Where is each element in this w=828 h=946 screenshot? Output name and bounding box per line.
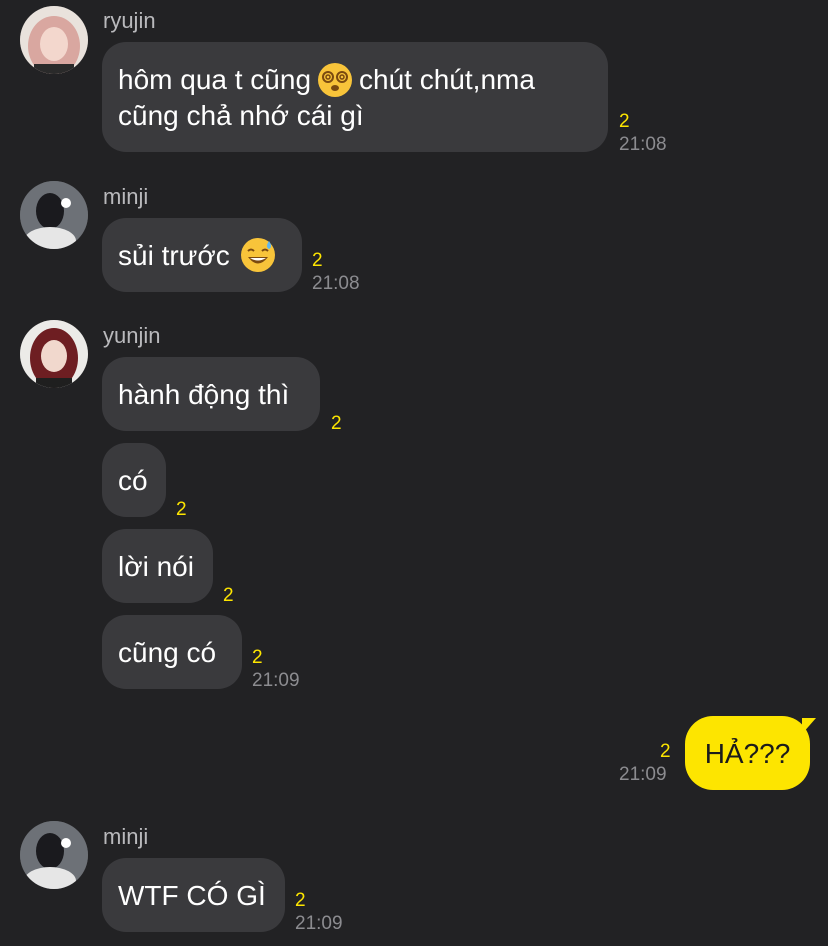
bubble-tail [802,718,816,734]
message-text: WTF CÓ GÌ [118,879,266,911]
message-bubble[interactable]: cũng có [102,615,242,689]
sender-name: yunjin [103,323,161,348]
avatar-ryujin[interactable] [20,6,88,74]
unread-count: 2 [331,413,342,434]
message-text: sủi trước [118,239,230,271]
message-text: cũng có [118,636,217,668]
unread-count: 2 [660,741,671,762]
message-bubble[interactable]: lời nói [102,529,213,603]
message-bubble[interactable]: WTF CÓ GÌ [102,858,285,932]
message-text: lời nói [118,550,194,582]
sender-name: ryujin [103,8,156,33]
message-timestamp: 21:08 [619,134,667,155]
message-timestamp: 21:09 [252,670,300,691]
my-message-bubble[interactable]: HẢ??? [685,716,810,790]
sweat-smile-icon [240,237,276,273]
message-bubble[interactable]: hành động thì [102,357,320,431]
message-bubble[interactable]: sủi trước [102,218,302,292]
sender-name: minji [103,824,149,849]
message-timestamp: 21:09 [619,764,667,785]
message-timestamp: 21:08 [312,273,360,294]
message-timestamp: 21:09 [295,913,343,934]
unread-count: 2 [223,585,234,606]
avatar-yunjin[interactable] [20,320,88,388]
message-text: cũng chả nhớ cái gì [118,99,364,131]
message-text: chút chút,nma [359,64,535,95]
message-bubble[interactable]: hôm qua t cũng chút chút,nma cũng chả nh… [102,42,608,152]
message-bubble[interactable]: có [102,443,166,517]
unread-count: 2 [176,499,187,520]
message-text: HẢ??? [704,737,791,769]
message-text: có [118,464,148,496]
sender-name: minji [103,184,149,209]
unread-count: 2 [312,250,323,271]
message-text: hôm qua t cũng [118,64,312,95]
avatar-minji[interactable] [20,821,88,889]
unread-count: 2 [252,647,263,668]
message-text: hành động thì [118,378,290,410]
dizzy-face-icon [317,62,353,98]
unread-count: 2 [295,890,306,911]
unread-count: 2 [619,111,630,132]
avatar-minji[interactable] [20,181,88,249]
